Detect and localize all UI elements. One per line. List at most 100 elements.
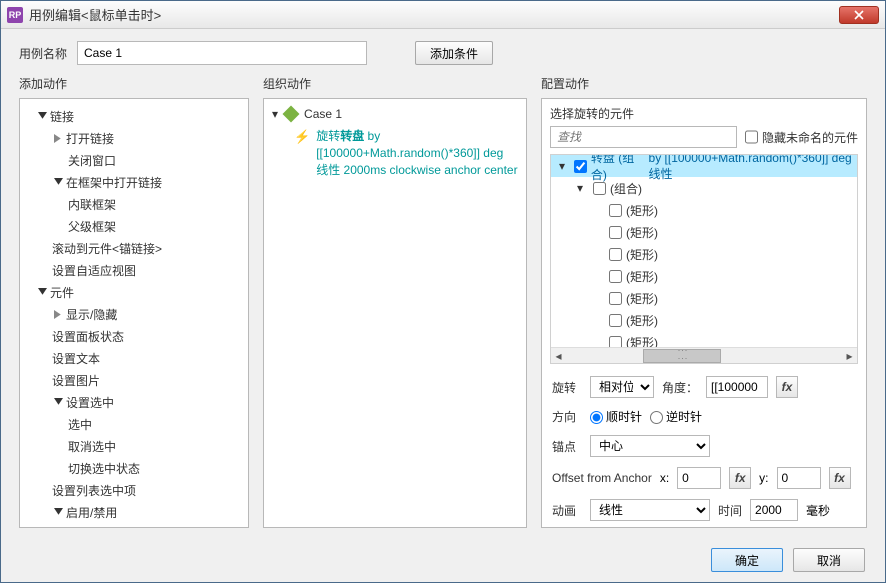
element-checkbox[interactable]: [609, 248, 622, 261]
tree-deselect[interactable]: 取消选中: [24, 435, 244, 457]
tree-links[interactable]: 链接: [24, 105, 244, 127]
add-condition-button[interactable]: 添加条件: [415, 41, 493, 65]
horizontal-scrollbar[interactable]: ◂ ▸: [551, 347, 857, 363]
tree-scroll-anchor[interactable]: 滚动到元件<锚链接>: [24, 237, 244, 259]
tree-open-in-frame[interactable]: 在框架中打开链接: [24, 171, 244, 193]
angle-label: 角度：: [662, 379, 698, 396]
fx-button[interactable]: fx: [776, 376, 798, 398]
ms-label: 毫秒: [806, 502, 830, 519]
offset-x-input[interactable]: [677, 467, 721, 489]
x-label: x:: [660, 471, 669, 485]
anchor-select[interactable]: 中心: [590, 435, 710, 457]
y-label: y:: [759, 471, 768, 485]
tree-toggle-select[interactable]: 切换选中状态: [24, 457, 244, 479]
header-organize-action: 组织动作: [263, 75, 527, 92]
hide-unnamed-label[interactable]: 隐藏未命名的元件: [745, 126, 858, 148]
element-checkbox[interactable]: [609, 292, 622, 305]
action-item-rotate[interactable]: ⚡ 旋转转盘 by [[100000+Math.random()*360]] d…: [266, 125, 524, 184]
expand-icon: [36, 286, 48, 298]
cancel-button[interactable]: 取消: [793, 548, 865, 572]
tree-enable[interactable]: 启用: [24, 523, 244, 527]
element-row-rect[interactable]: (矩形): [551, 221, 857, 243]
tree-enable-disable[interactable]: 启用/禁用: [24, 501, 244, 523]
angle-input[interactable]: [706, 376, 768, 398]
anim-label: 动画: [552, 502, 582, 519]
tree-close-window[interactable]: 关闭窗口: [24, 149, 244, 171]
tree-show-hide[interactable]: 显示/隐藏: [24, 303, 244, 325]
window-title: 用例编辑<鼠标单击时>: [29, 5, 839, 24]
direction-label: 方向: [552, 408, 582, 425]
element-checkbox[interactable]: [609, 336, 622, 348]
element-checkbox[interactable]: [593, 182, 606, 195]
element-checkbox[interactable]: [609, 314, 622, 327]
panels-row: 链接 打开链接 关闭窗口 在框架中打开链接 内联框架 父级框架 滚动到元件<锚链…: [1, 98, 885, 538]
dialog-buttons: 确定 取消: [1, 538, 885, 582]
element-row-zhuanpan[interactable]: ▾ 转盘 (组合) by [[100000+Math.random()*360]…: [551, 155, 857, 177]
fx-button[interactable]: fx: [829, 467, 851, 489]
cw-radio[interactable]: [590, 411, 603, 424]
ccw-radio[interactable]: [650, 411, 663, 424]
element-row-rect[interactable]: (矩形): [551, 199, 857, 221]
tree-adaptive-view[interactable]: 设置自适应视图: [24, 259, 244, 281]
tree-set-image[interactable]: 设置图片: [24, 369, 244, 391]
element-row-rect[interactable]: (矩形): [551, 287, 857, 309]
scroll-right-icon[interactable]: ▸: [842, 348, 857, 363]
element-row-rect[interactable]: (矩形): [551, 243, 857, 265]
scroll-left-icon[interactable]: ◂: [551, 348, 566, 363]
dialog-window: RP 用例编辑<鼠标单击时> 用例名称 添加条件 添加动作 组织动作 配置动作 …: [0, 0, 886, 583]
tree-parent-frame[interactable]: 父级框架: [24, 215, 244, 237]
element-list: ▾ 转盘 (组合) by [[100000+Math.random()*360]…: [550, 154, 858, 364]
expand-icon: ▾: [559, 159, 570, 173]
expand-icon: [52, 506, 64, 518]
element-checkbox[interactable]: [609, 226, 622, 239]
title-bar: RP 用例编辑<鼠标单击时>: [1, 1, 885, 29]
expand-icon: [52, 396, 64, 408]
tree-set-selected[interactable]: 设置选中: [24, 391, 244, 413]
rotate-label: 旋转: [552, 379, 582, 396]
panel-headers: 添加动作 组织动作 配置动作: [1, 75, 885, 98]
organize-action-panel: ▾ Case 1 ⚡ 旋转转盘 by [[100000+Math.random(…: [263, 98, 527, 528]
element-row-rect[interactable]: (矩形): [551, 309, 857, 331]
ok-button[interactable]: 确定: [711, 548, 783, 572]
expand-icon: ▾: [272, 107, 278, 121]
tree-open-link[interactable]: 打开链接: [24, 127, 244, 149]
element-search-input[interactable]: [550, 126, 737, 148]
tree-widgets[interactable]: 元件: [24, 281, 244, 303]
cw-option[interactable]: 顺时针: [590, 408, 642, 425]
element-checkbox[interactable]: [609, 204, 622, 217]
tree-select[interactable]: 选中: [24, 413, 244, 435]
time-label: 时间: [718, 502, 742, 519]
organize-scroll[interactable]: ▾ Case 1 ⚡ 旋转转盘 by [[100000+Math.random(…: [264, 99, 526, 527]
fx-button[interactable]: fx: [729, 467, 751, 489]
offset-y-input[interactable]: [777, 467, 821, 489]
tree-list-selected[interactable]: 设置列表选中项: [24, 479, 244, 501]
add-action-panel: 链接 打开链接 关闭窗口 在框架中打开链接 内联框架 父级框架 滚动到元件<锚链…: [19, 98, 249, 528]
case-name-input[interactable]: [77, 41, 367, 65]
header-add-action: 添加动作: [19, 75, 249, 92]
ccw-option[interactable]: 逆时针: [650, 408, 702, 425]
anchor-label: 锚点: [552, 438, 582, 455]
lightning-icon: ⚡: [294, 128, 310, 178]
rotate-mode-select[interactable]: 相对位: [590, 376, 654, 398]
element-list-scroll[interactable]: ▾ 转盘 (组合) by [[100000+Math.random()*360]…: [551, 155, 857, 347]
hide-unnamed-checkbox[interactable]: [745, 126, 758, 148]
tree-set-text[interactable]: 设置文本: [24, 347, 244, 369]
element-row-rect[interactable]: (矩形): [551, 265, 857, 287]
action-tree-scroll[interactable]: 链接 打开链接 关闭窗口 在框架中打开链接 内联框架 父级框架 滚动到元件<锚链…: [20, 99, 248, 527]
scroll-thumb[interactable]: [643, 349, 720, 363]
case-header[interactable]: ▾ Case 1: [266, 103, 524, 125]
expand-icon: [52, 176, 64, 188]
header-configure-action: 配置动作: [541, 75, 867, 92]
tree-inline-frame[interactable]: 内联框架: [24, 193, 244, 215]
config-form: 旋转 相对位 角度： fx 方向 顺时针 逆时针 锚点 中心 Offset fr…: [542, 370, 866, 527]
tree-panel-state[interactable]: 设置面板状态: [24, 325, 244, 347]
anim-select[interactable]: 线性: [590, 499, 710, 521]
expand-icon: [36, 110, 48, 122]
element-checkbox[interactable]: [574, 160, 587, 173]
time-input[interactable]: [750, 499, 798, 521]
element-row-rect[interactable]: (矩形): [551, 331, 857, 347]
scroll-track[interactable]: [566, 349, 842, 363]
close-button[interactable]: [839, 6, 879, 24]
element-checkbox[interactable]: [609, 270, 622, 283]
select-elements-title: 选择旋转的元件: [542, 99, 866, 126]
